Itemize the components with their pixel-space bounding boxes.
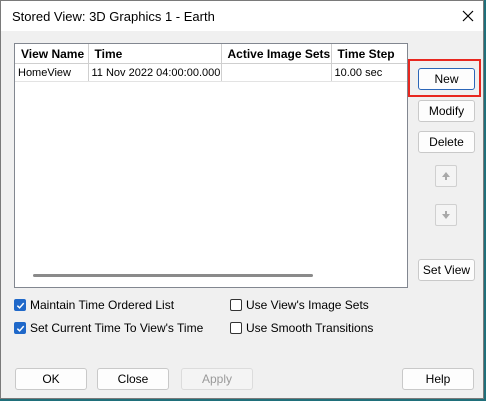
maintain-time-ordered-checkbox[interactable]: [14, 299, 26, 311]
column-header-time-step[interactable]: Time Step: [331, 44, 407, 64]
set-view-button[interactable]: Set View: [418, 259, 475, 281]
use-view-image-sets-option[interactable]: Use View's Image Sets: [230, 298, 369, 312]
use-smooth-transitions-option[interactable]: Use Smooth Transitions: [230, 321, 373, 335]
check-icon: [16, 325, 24, 332]
column-header-active-image-sets[interactable]: Active Image Sets: [221, 44, 332, 64]
check-icon: [16, 302, 24, 309]
stored-views-table[interactable]: View Name Time Active Image Sets Time St…: [14, 43, 408, 288]
move-up-button[interactable]: [435, 165, 457, 187]
set-current-time-checkbox[interactable]: [14, 322, 26, 334]
column-header-view-name[interactable]: View Name: [15, 44, 89, 64]
close-window-button[interactable]: [455, 3, 481, 29]
apply-button[interactable]: Apply: [181, 368, 253, 390]
cell-active-image-sets: [221, 63, 332, 82]
title-bar: Stored View: 3D Graphics 1 - Earth: [1, 1, 483, 31]
help-button[interactable]: Help: [402, 368, 474, 390]
arrow-up-icon: [442, 172, 450, 180]
cell-time: 11 Nov 2022 04:00:00.000: [88, 63, 222, 82]
arrow-down-icon: [442, 211, 450, 219]
use-view-image-sets-checkbox[interactable]: [230, 299, 242, 311]
ok-button[interactable]: OK: [15, 368, 87, 390]
horizontal-scrollbar[interactable]: [33, 274, 313, 277]
maintain-time-ordered-label: Maintain Time Ordered List: [30, 298, 175, 312]
use-smooth-transitions-label: Use Smooth Transitions: [246, 321, 374, 335]
table-row[interactable]: HomeView 11 Nov 2022 04:00:00.000 10.00 …: [15, 63, 407, 82]
stored-view-dialog: Stored View: 3D Graphics 1 - Earth View …: [0, 0, 484, 399]
column-header-time[interactable]: Time: [88, 44, 222, 64]
use-view-image-sets-label: Use View's Image Sets: [246, 298, 369, 312]
window-title: Stored View: 3D Graphics 1 - Earth: [12, 9, 215, 24]
table-header-row: View Name Time Active Image Sets Time St…: [15, 44, 407, 64]
cell-view-name: HomeView: [15, 63, 89, 82]
cell-time-step: 10.00 sec: [331, 63, 407, 82]
use-smooth-transitions-checkbox[interactable]: [230, 322, 242, 334]
set-current-time-option[interactable]: Set Current Time To View's Time: [14, 321, 203, 335]
new-button[interactable]: New: [418, 68, 475, 90]
move-down-button[interactable]: [435, 204, 457, 226]
close-button[interactable]: Close: [97, 368, 169, 390]
modify-button[interactable]: Modify: [418, 100, 475, 122]
maintain-time-ordered-option[interactable]: Maintain Time Ordered List: [14, 298, 174, 312]
set-current-time-label: Set Current Time To View's Time: [30, 321, 204, 335]
delete-button[interactable]: Delete: [418, 131, 475, 153]
close-icon: [462, 10, 474, 22]
